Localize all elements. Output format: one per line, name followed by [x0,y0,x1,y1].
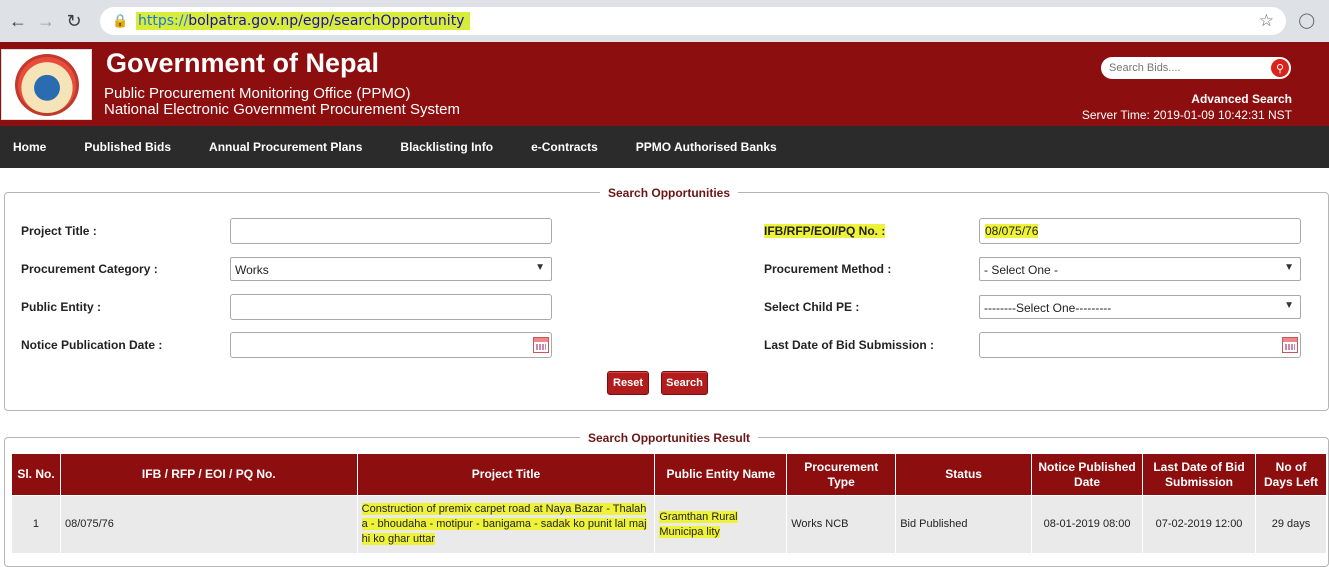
ifb-number-input[interactable]: 08/075/76 [979,218,1301,244]
search-icon[interactable]: ⚲ [1271,59,1289,77]
project-title-input[interactable] [230,218,552,244]
notice-date-label: Notice Publication Date : [21,338,163,352]
cell-ifb-no: 08/075/76 [59,495,358,554]
search-results-legend: Search Opportunities Result [580,431,759,445]
search-bids-box: ⚲ [1101,57,1291,79]
browser-toolbar: ← → ↻ 🔒 https://bolpatra.gov.np/egp/sear… [0,0,1329,42]
menu-item-blacklisting[interactable]: Blacklisting Info [381,140,512,154]
col-header-procurement-type[interactable]: Procurement Type [786,453,897,496]
site-subtitle-egp: National Electronic Government Procureme… [104,101,460,118]
results-table: Sl. No. IFB / RFP / EOI / PQ No. Project… [11,453,1328,554]
procurement-category-select[interactable]: Works ▼ [230,257,552,281]
public-entity-input[interactable] [230,294,552,320]
col-header-ifb-no[interactable]: IFB / RFP / EOI / PQ No. [59,453,358,496]
cell-sl-no: 1 [11,495,61,554]
procurement-category-label: Procurement Category : [21,262,158,276]
last-date-label: Last Date of Bid Submission : [764,338,935,352]
child-pe-select[interactable]: --------Select One--------- ▼ [979,295,1301,319]
bookmark-star-icon[interactable]: ☆ [1259,11,1274,31]
project-title-text[interactable]: Construction of premix carpet road at Na… [361,503,647,545]
procurement-method-label: Procurement Method : [764,262,892,276]
col-header-notice-date[interactable]: Notice Published Date [1031,453,1144,496]
col-header-last-date[interactable]: Last Date of Bid Submission [1142,453,1256,496]
col-header-project-title[interactable]: Project Title [356,453,656,496]
extension-icon[interactable]: ◯ [1298,11,1315,29]
last-date-input[interactable] [979,332,1301,358]
cell-notice-date: 08-01-2019 08:00 [1031,495,1144,554]
url-scheme: https:// [138,13,189,29]
chevron-down-icon: ▼ [1284,262,1294,273]
emblem-seal-icon [14,53,79,116]
cell-project-title[interactable]: Construction of premix carpet road at Na… [356,495,656,554]
site-header: Government of Nepal Public Procurement M… [0,42,1329,126]
lock-icon: 🔒 [112,13,129,28]
menu-item-e-contracts[interactable]: e-Contracts [512,140,617,154]
cell-procurement-type: Works NCB [786,495,897,554]
ifb-number-value: 08/075/76 [985,224,1039,238]
chevron-down-icon: ▼ [535,262,545,273]
main-menu: Home Published Bids Annual Procurement P… [0,126,1329,168]
forward-arrow-icon[interactable]: → [32,7,60,35]
calendar-icon[interactable] [1282,337,1298,353]
child-pe-label: Select Child PE : [764,300,860,314]
table-row[interactable]: 1 08/075/76 Construction of premix carpe… [11,495,1328,554]
server-time: Server Time: 2019-01-09 10:42:31 NST [1081,108,1292,122]
cell-public-entity: Gramthan Rural Municipa lity [654,495,788,554]
chevron-down-icon: ▼ [1284,300,1294,311]
reload-icon[interactable]: ↻ [60,7,88,35]
project-title-label: Project Title : [21,224,97,238]
public-entity-label: Public Entity : [21,300,102,314]
menu-item-ppmo-banks[interactable]: PPMO Authorised Banks [617,140,796,154]
child-pe-value: --------Select One--------- [984,301,1112,315]
site-title: Government of Nepal [106,48,380,78]
url-path: bolpatra.gov.np/egp/searchOpportunity [188,13,465,29]
calendar-icon[interactable] [533,337,549,353]
notice-date-input[interactable] [230,332,552,358]
search-opportunities-legend: Search Opportunities [600,186,739,200]
advanced-search-link[interactable]: Advanced Search [1191,92,1292,106]
col-header-sl-no[interactable]: Sl. No. [11,453,61,496]
col-header-status[interactable]: Status [895,453,1033,496]
procurement-method-value: - Select One - [984,263,1059,277]
address-bar[interactable]: 🔒 https://bolpatra.gov.np/egp/searchOppo… [100,7,1286,35]
results-header-row: Sl. No. IFB / RFP / EOI / PQ No. Project… [11,453,1328,496]
ifb-number-label: IFB/RFP/EOI/PQ No. : [764,224,886,238]
url-text[interactable]: https://bolpatra.gov.np/egp/searchOpport… [136,12,471,30]
site-subtitle-ppmo: Public Procurement Monitoring Office (PP… [104,85,411,102]
cell-last-date: 07-02-2019 12:00 [1142,495,1256,554]
procurement-category-value: Works [235,263,269,277]
cell-days-left: 29 days [1254,495,1328,554]
back-arrow-icon[interactable]: ← [4,7,32,35]
nepal-emblem-logo[interactable] [1,49,92,120]
menu-item-annual-plans[interactable]: Annual Procurement Plans [190,140,381,154]
cell-status: Bid Published [895,495,1033,554]
menu-item-home[interactable]: Home [0,140,65,154]
col-header-public-entity[interactable]: Public Entity Name [654,453,788,496]
search-bids-input[interactable] [1109,62,1259,74]
col-header-days-left[interactable]: No of Days Left [1254,453,1328,496]
search-button[interactable]: Search [661,371,708,395]
public-entity-text: Gramthan Rural Municipa lity [659,510,738,538]
reset-button[interactable]: Reset [607,371,649,395]
menu-item-published-bids[interactable]: Published Bids [65,140,190,154]
procurement-method-select[interactable]: - Select One - ▼ [979,257,1301,281]
